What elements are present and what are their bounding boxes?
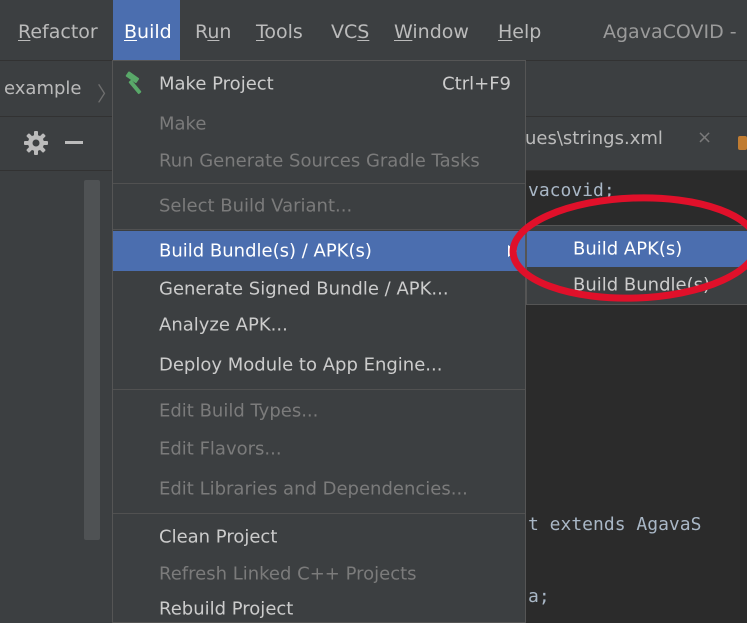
file-icon bbox=[738, 136, 747, 150]
tab-close-icon[interactable]: × bbox=[697, 127, 712, 148]
menu-tools[interactable]: Tools bbox=[256, 0, 303, 60]
submenu-item-build-bundle[interactable]: Build Bundle(s) bbox=[527, 267, 747, 303]
menu-item-edit-flavors[interactable]: Edit Flavors... bbox=[113, 431, 525, 467]
menu-refactor[interactable]: Refactor bbox=[18, 0, 98, 60]
hammer-icon bbox=[125, 71, 142, 95]
menu-separator bbox=[113, 389, 525, 390]
menu-item-analyze-apk[interactable]: Analyze APK... bbox=[113, 307, 525, 343]
menu-item-build-bundle-apk[interactable]: Build Bundle(s) / APK(s) bbox=[113, 231, 525, 271]
menu-vcs[interactable]: VCS bbox=[331, 0, 369, 60]
gear-icon[interactable] bbox=[22, 129, 50, 157]
menu-item-clean-project[interactable]: Clean Project bbox=[113, 515, 525, 559]
code-line-package: vacovid; bbox=[528, 180, 615, 201]
code-class-name: AgavaS bbox=[636, 514, 702, 535]
editor-tab-strings-xml[interactable]: ues\strings.xml bbox=[525, 128, 663, 149]
menu-build[interactable]: Build bbox=[113, 0, 180, 60]
menu-item-refresh-linked-cpp[interactable]: Refresh Linked C++ Projects bbox=[113, 559, 525, 589]
menu-separator bbox=[113, 513, 525, 514]
menu-item-edit-libraries[interactable]: Edit Libraries and Dependencies... bbox=[113, 467, 525, 511]
tool-window-scrollbar[interactable] bbox=[84, 180, 100, 540]
submenu-item-build-apk[interactable]: Build APK(s) bbox=[527, 231, 747, 267]
code-extends-keyword: t extends bbox=[528, 514, 626, 535]
submenu-arrow-icon bbox=[508, 245, 517, 257]
menu-separator bbox=[113, 229, 525, 230]
menu-bar: Refactor Build Run Tools VCS Window Help… bbox=[0, 0, 747, 61]
build-bundle-submenu: Build APK(s) Build Bundle(s) bbox=[526, 225, 747, 305]
menu-item-make[interactable]: Make bbox=[113, 107, 525, 141]
menu-item-generate-signed[interactable]: Generate Signed Bundle / APK... bbox=[113, 271, 525, 307]
project-tool-window-header bbox=[0, 117, 112, 171]
menu-item-select-build-variant[interactable]: Select Build Variant... bbox=[113, 185, 525, 227]
menu-separator bbox=[113, 183, 525, 184]
shortcut-label: Ctrl+F9 bbox=[442, 73, 511, 95]
build-menu: Make Project Ctrl+F9 Make Run Generate S… bbox=[112, 60, 526, 623]
menu-item-make-project[interactable]: Make Project Ctrl+F9 bbox=[113, 61, 525, 107]
hide-panel-icon[interactable] bbox=[65, 141, 83, 144]
menu-item-rebuild-project[interactable]: Rebuild Project bbox=[113, 589, 525, 623]
menu-run[interactable]: Run bbox=[195, 0, 231, 60]
menu-item-run-generate-sources[interactable]: Run Generate Sources Gradle Tasks bbox=[113, 141, 525, 181]
code-line-field: a; bbox=[528, 586, 550, 607]
menu-item-edit-build-types[interactable]: Edit Build Types... bbox=[113, 391, 525, 431]
code-line-class: t extends AgavaS bbox=[528, 514, 701, 535]
menu-help[interactable]: Help bbox=[498, 0, 541, 60]
menu-item-deploy-module[interactable]: Deploy Module to App Engine... bbox=[113, 343, 525, 387]
project-title: AgavaCOVID - bbox=[603, 21, 737, 43]
menu-window[interactable]: Window bbox=[394, 0, 469, 60]
ide-window: Refactor Build Run Tools VCS Window Help… bbox=[0, 0, 747, 623]
breadcrumb-item[interactable]: example bbox=[4, 61, 81, 116]
